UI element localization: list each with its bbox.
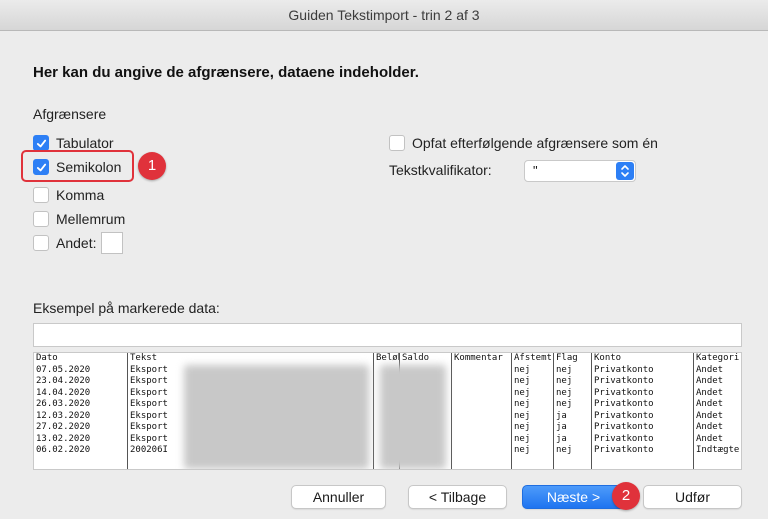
preview-column: Afstemt nej nej nej nej nej nej nej nej [512, 353, 554, 469]
preview-cell: 07.05.2020 [36, 364, 91, 375]
preview-column: Flag nej nej nej nej ja ja ja nej [554, 353, 592, 469]
consecutive-checkbox[interactable] [389, 135, 405, 151]
space-checkbox[interactable] [33, 211, 49, 227]
redacted-area [380, 365, 446, 469]
column-header: Flag [556, 353, 578, 363]
preview-cell: Andet [696, 387, 724, 398]
checkmark-icon [36, 163, 46, 171]
preview-cell: 06.02.2020 [36, 445, 91, 455]
qualifier-select[interactable]: " [524, 160, 636, 182]
preview-cell: nej [514, 410, 531, 421]
preview-cell: 14.04.2020 [36, 387, 91, 398]
preview-cell: 13.02.2020 [36, 433, 91, 444]
comma-checkbox-row[interactable]: Komma [33, 185, 104, 205]
page-heading: Her kan du angive de afgrænsere, dataene… [33, 64, 419, 81]
preview-cell: nej [514, 422, 531, 432]
window-title: Guiden Tekstimport - trin 2 af 3 [0, 0, 768, 31]
column-header: Kommentar [454, 353, 503, 363]
preview-cell: Privatkonto [594, 410, 654, 421]
comma-checkbox[interactable] [33, 187, 49, 203]
preview-cell: Privatkonto [594, 399, 654, 409]
preview-cell: nej [556, 364, 573, 375]
delimiters-label: Afgrænsere [33, 106, 107, 122]
comma-label: Komma [56, 187, 105, 203]
preview-column: Kategori Andet Andet Andet Andet Andet A… [694, 353, 741, 469]
preview-cell: Andet [696, 422, 724, 432]
column-header: Dato [36, 353, 58, 363]
preview-cell: 12.03.2020 [36, 410, 91, 421]
preview-cell: Privatkonto [594, 422, 654, 432]
column-header: Saldo [402, 353, 430, 363]
preview-text-field [33, 323, 742, 347]
preview-cell: Andet [696, 433, 724, 444]
preview-cell: 23.04.2020 [36, 376, 91, 386]
other-delimiter-input[interactable] [101, 232, 124, 254]
preview-column: Dato 07.05.2020 23.04.2020 14.04.2020 26… [34, 353, 128, 469]
back-button[interactable]: < Tilbage [408, 485, 507, 509]
preview-cell: ja [556, 410, 567, 421]
preview-cell: Andet [696, 364, 724, 375]
preview-cell: nej [556, 387, 573, 398]
column-header: Konto [594, 353, 622, 363]
tab-checkbox[interactable] [33, 135, 49, 151]
column-header: Tekst [130, 353, 158, 363]
other-checkbox[interactable] [33, 235, 49, 251]
other-checkbox-row[interactable]: Andet: [33, 232, 124, 254]
preview-column: Kommentar [452, 353, 512, 469]
next-button[interactable]: Næste > [522, 485, 625, 509]
consecutive-label: Opfat efterfølgende afgrænsere som én [412, 135, 658, 151]
column-header: Afstemt [514, 353, 552, 363]
semicolon-label: Semikolon [56, 159, 122, 175]
preview-column: Konto Privatkonto Privatkonto Privatkont… [592, 353, 694, 469]
preview-cell: Andet [696, 410, 724, 421]
preview-label: Eksempel på markerede data: [33, 300, 220, 316]
qualifier-label: Tekstkvalifikator: [389, 162, 492, 178]
preview-cell: nej [514, 364, 531, 375]
semicolon-checkbox[interactable] [33, 159, 49, 175]
consecutive-checkbox-row[interactable]: Opfat efterfølgende afgrænsere som én [389, 133, 658, 153]
annotation-badge-2: 2 [612, 482, 640, 510]
cancel-button[interactable]: Annuller [291, 485, 386, 509]
preview-cell: Privatkonto [594, 364, 654, 375]
qualifier-value: " [533, 163, 538, 178]
preview-cell: nej [556, 376, 573, 386]
preview-cell: nej [514, 399, 531, 409]
finish-button[interactable]: Udfør [643, 485, 742, 509]
preview-cell: nej [514, 445, 531, 455]
redacted-area [184, 365, 369, 469]
preview-cell: nej [514, 376, 531, 386]
preview-cell: nej [514, 387, 531, 398]
column-header: Kategori [696, 353, 740, 363]
preview-cell: Indtægte [696, 445, 740, 455]
preview-cell: Andet [696, 376, 724, 386]
data-preview-grid[interactable]: Dato 07.05.2020 23.04.2020 14.04.2020 26… [33, 352, 742, 470]
preview-cell: ja [556, 422, 567, 432]
preview-cell: 26.03.2020 [36, 399, 91, 409]
preview-cell: Privatkonto [594, 445, 654, 455]
preview-cell: Privatkonto [594, 376, 654, 386]
preview-cell: ja [556, 433, 567, 444]
preview-cell: Privatkonto [594, 433, 654, 444]
preview-cell: nej [514, 433, 531, 444]
space-label: Mellemrum [56, 211, 126, 227]
preview-cell: 27.02.2020 [36, 422, 91, 432]
annotation-badge-1: 1 [138, 152, 166, 180]
checkmark-icon [36, 139, 46, 147]
tab-label: Tabulator [56, 135, 114, 151]
preview-cell: Andet [696, 399, 724, 409]
chevron-updown-icon [616, 162, 634, 180]
space-checkbox-row[interactable]: Mellemrum [33, 209, 125, 229]
semicolon-checkbox-row[interactable]: Semikolon [33, 157, 121, 177]
column-header: Beløb [376, 353, 399, 363]
other-label: Andet: [56, 235, 97, 251]
preview-cell: nej [556, 445, 573, 455]
preview-cell: Privatkonto [594, 387, 654, 398]
preview-cell: nej [556, 399, 573, 409]
